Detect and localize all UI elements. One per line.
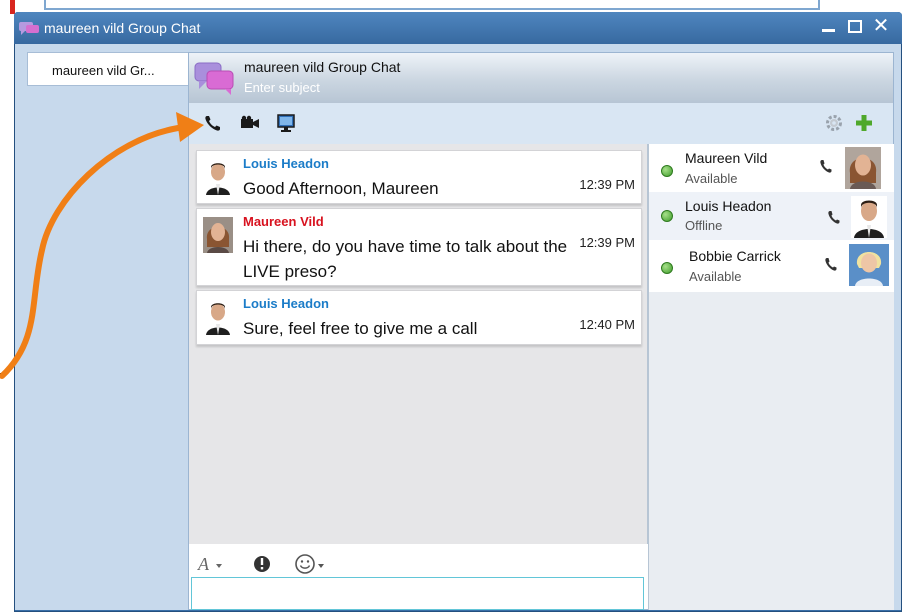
settings-icon[interactable] xyxy=(823,113,845,133)
call-phone-icon[interactable] xyxy=(819,158,833,174)
tab-group-chat[interactable]: maureen vild Gr... xyxy=(27,52,188,86)
participant-row[interactable]: Bobbie Carrick Available xyxy=(649,240,894,288)
message-text: Hi there, do you have time to talk about… xyxy=(243,237,568,281)
message-sender: Louis Headon xyxy=(243,296,329,311)
message-time: 12:40 PM xyxy=(579,317,635,332)
tab-label: maureen vild Gr... xyxy=(52,63,155,78)
message-history: Louis Headon Good Afternoon, Maureen 12:… xyxy=(189,144,648,544)
video-icon[interactable] xyxy=(239,113,261,133)
maximize-button[interactable] xyxy=(844,14,866,36)
message-sender: Louis Headon xyxy=(243,156,329,171)
message-time: 12:39 PM xyxy=(579,235,635,250)
add-participant-icon[interactable] xyxy=(853,113,875,133)
conversation-header: maureen vild Group Chat Enter subject xyxy=(189,53,893,104)
message-input[interactable] xyxy=(191,577,644,610)
participant-name: Louis Headon xyxy=(685,198,772,214)
phone-icon[interactable] xyxy=(203,113,225,133)
conversation-toolbar xyxy=(189,103,893,145)
window-body: maureen vild Gr... maureen vild Group Ch… xyxy=(15,44,901,610)
bobbie-carrick-photo xyxy=(849,244,889,286)
annotation-arrow-tail xyxy=(0,373,6,376)
title-bar[interactable]: maureen vild Group Chat ✕ xyxy=(14,12,902,44)
call-phone-icon[interactable] xyxy=(827,209,841,225)
participant-status: Available xyxy=(689,269,742,284)
minimize-button[interactable] xyxy=(818,14,840,36)
conversation-tabs: maureen vild Gr... xyxy=(15,44,188,610)
participant-name: Bobbie Carrick xyxy=(689,248,781,264)
participant-row[interactable]: Louis Headon Offline xyxy=(649,192,894,240)
maureen-vild-avatar xyxy=(203,217,233,253)
message-item: Louis Headon Sure, feel free to give me … xyxy=(196,290,642,345)
conversation-title: maureen vild Group Chat xyxy=(244,59,401,75)
message-time: 12:39 PM xyxy=(579,177,635,192)
screen-share-icon[interactable] xyxy=(275,113,297,133)
svg-text:A: A xyxy=(197,554,210,574)
participant-list: Maureen Vild Available Louis Headon Offl… xyxy=(648,144,894,610)
subject-field[interactable]: Enter subject xyxy=(244,80,320,95)
louis-headon-avatar xyxy=(203,159,233,195)
available-status-icon xyxy=(661,210,673,222)
louis-headon-avatar xyxy=(203,299,233,335)
call-phone-icon[interactable] xyxy=(824,256,838,272)
message-text: Sure, feel free to give me a call xyxy=(243,319,478,338)
available-status-icon xyxy=(661,165,673,177)
participant-status: Offline xyxy=(685,218,723,233)
font-format-icon[interactable]: A xyxy=(197,552,225,576)
top-banner-edge xyxy=(44,0,820,10)
available-status-icon xyxy=(661,262,673,274)
louis-headon-photo xyxy=(851,196,887,238)
close-button[interactable]: ✕ xyxy=(870,14,892,36)
group-chat-window: maureen vild Group Chat ✕ maureen vild G… xyxy=(14,12,902,612)
message-text: Good Afternoon, Maureen xyxy=(243,179,439,198)
emoticon-icon[interactable] xyxy=(293,552,327,576)
maureen-vild-photo xyxy=(845,147,881,189)
participant-row[interactable]: Maureen Vild Available xyxy=(649,144,894,192)
window-title: maureen vild Group Chat xyxy=(44,20,201,36)
participant-list-empty-area xyxy=(649,292,894,610)
conversation-panel: maureen vild Group Chat Enter subject Lo… xyxy=(188,52,894,610)
group-chat-icon xyxy=(194,62,234,95)
priority-icon[interactable] xyxy=(251,552,273,576)
participant-status: Available xyxy=(685,171,738,186)
annotation-red-mark xyxy=(10,0,15,14)
message-item: Maureen Vild Hi there, do you have time … xyxy=(196,208,642,286)
participant-name: Maureen Vild xyxy=(685,150,768,166)
message-sender: Maureen Vild xyxy=(243,214,324,229)
message-item: Louis Headon Good Afternoon, Maureen 12:… xyxy=(196,150,642,204)
group-chat-icon xyxy=(19,22,39,35)
